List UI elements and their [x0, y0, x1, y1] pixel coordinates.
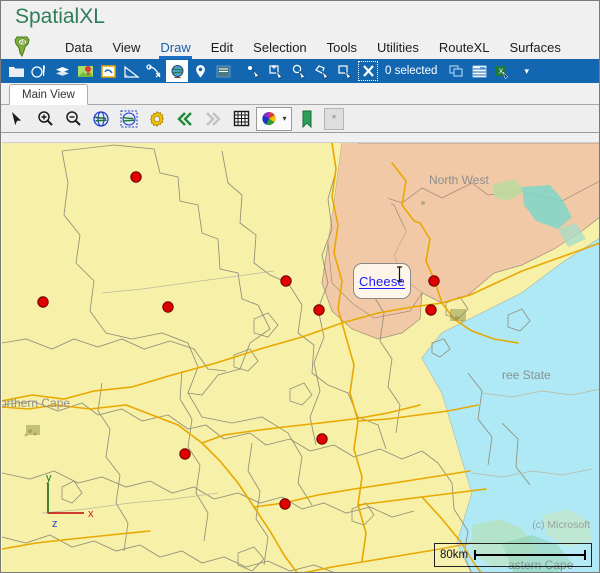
text-cursor-icon	[397, 266, 402, 282]
settings-gear-icon[interactable]	[144, 107, 170, 131]
application-window: SpatialXL AB Data View Draw Edit Selecti…	[0, 0, 600, 573]
location-pin-icon[interactable]	[189, 60, 211, 82]
app-logo-icon: AB	[9, 36, 37, 58]
title-bar: SpatialXL	[1, 1, 599, 33]
menu-item-routexl[interactable]: RouteXL	[429, 38, 500, 59]
view-tab-strip: Main View	[1, 83, 599, 105]
select-point-icon[interactable]	[242, 60, 264, 82]
svg-text:AB: AB	[20, 40, 26, 45]
next-extent-icon[interactable]	[200, 107, 226, 131]
zoom-out-icon[interactable]	[60, 107, 86, 131]
open-folder-icon[interactable]	[5, 60, 27, 82]
menu-item-tools[interactable]: Tools	[317, 38, 367, 59]
globe-icon[interactable]	[166, 60, 188, 82]
pointer-icon[interactable]	[4, 107, 30, 131]
toolbar-overflow-caret-icon[interactable]: ▾	[524, 66, 529, 77]
layers-icon[interactable]	[51, 60, 73, 82]
svg-text:y: y	[46, 472, 52, 484]
select-rect-add-icon[interactable]	[265, 60, 287, 82]
globe-zoom-extent-icon[interactable]	[88, 107, 114, 131]
note-icon[interactable]	[212, 60, 234, 82]
bookmark-flag-icon[interactable]	[294, 107, 320, 131]
menu-item-view[interactable]: View	[102, 38, 150, 59]
node-edit-icon[interactable]	[143, 60, 165, 82]
selection-count-label: 0 selected	[385, 65, 438, 77]
palette-icon[interactable]	[28, 60, 50, 82]
map-pin-image-icon[interactable]	[74, 60, 96, 82]
favorite-star-button[interactable]: *	[324, 107, 344, 130]
select-circle-icon[interactable]	[288, 60, 310, 82]
measure-angle-icon[interactable]	[120, 60, 142, 82]
axis-orientation-indicator: y x z	[36, 471, 106, 533]
scale-bar-line	[474, 550, 586, 560]
globe-select-icon[interactable]	[116, 107, 142, 131]
grid-icon[interactable]	[228, 107, 254, 131]
copy-selection-icon[interactable]	[445, 60, 467, 82]
map-tool-bar: ▾ *	[1, 105, 599, 133]
select-rect-icon[interactable]	[334, 60, 356, 82]
svg-text:x: x	[88, 508, 94, 520]
menu-items: Data View Draw Edit Selection Tools Util…	[55, 38, 571, 59]
select-polygon-icon[interactable]	[311, 60, 333, 82]
ribbon-menu-bar: AB Data View Draw Edit Selection Tools U…	[1, 33, 599, 59]
boundary-icon[interactable]	[97, 60, 119, 82]
menu-item-data[interactable]: Data	[55, 38, 102, 59]
tab-main-view[interactable]: Main View	[9, 84, 88, 105]
table-icon[interactable]	[468, 60, 490, 82]
menu-item-draw[interactable]: Draw	[150, 38, 200, 59]
draw-toolbar: 0 selected X ▾	[1, 59, 599, 83]
menu-item-selection[interactable]: Selection	[243, 38, 316, 59]
menu-item-edit[interactable]: Edit	[201, 38, 243, 59]
svg-text:z: z	[52, 518, 58, 530]
excel-export-icon[interactable]: X	[491, 60, 513, 82]
zoom-in-icon[interactable]	[32, 107, 58, 131]
color-palette-icon[interactable]: ▾	[256, 106, 292, 131]
color-dropdown-caret-icon[interactable]: ▾	[282, 114, 286, 123]
map-canvas[interactable]: North West orthern Cape ree State astern…	[2, 142, 599, 572]
menu-item-surfaces[interactable]: Surfaces	[500, 38, 571, 59]
map-attribution: (c) Microsoft	[532, 519, 590, 531]
scale-bar-label: 80km	[440, 549, 469, 561]
clear-selection-icon[interactable]	[357, 60, 379, 82]
map-scale-bar: 80km	[434, 543, 592, 567]
previous-extent-icon[interactable]	[172, 107, 198, 131]
scale-bar-end-tick	[584, 550, 586, 560]
menu-item-utilities[interactable]: Utilities	[367, 38, 429, 59]
app-title: SpatialXL	[15, 5, 105, 28]
